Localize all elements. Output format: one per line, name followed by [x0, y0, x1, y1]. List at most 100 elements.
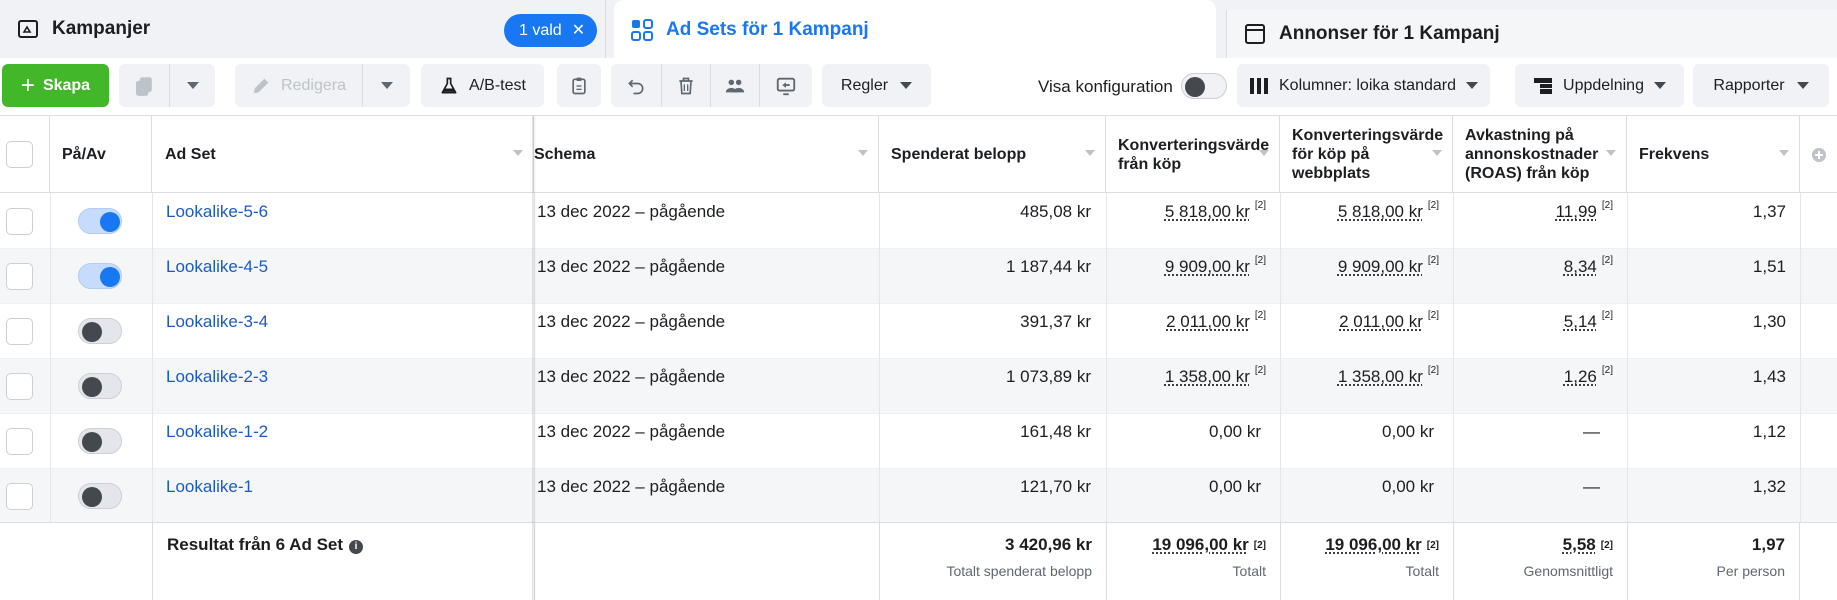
add-column-button[interactable] — [1800, 116, 1837, 193]
reports-button[interactable]: Rapporter — [1693, 64, 1829, 107]
adset-name-link[interactable]: Lookalike-5-6 — [166, 202, 268, 222]
roas-value[interactable]: 5,14 — [1564, 312, 1597, 332]
audience-button[interactable] — [711, 64, 759, 107]
col-header-adset[interactable]: Ad Set — [152, 116, 534, 193]
tab-bar: Kampanjer 1 vald ✕ Ad Sets för 1 Kampanj… — [0, 0, 1837, 60]
adset-name-link[interactable]: Lookalike-1-2 — [166, 422, 268, 442]
conv-value-cell: 5 818,00 kr [2] — [1106, 194, 1280, 249]
clipboard-button[interactable] — [557, 64, 601, 107]
ab-test-button[interactable]: A/B-test — [421, 64, 544, 107]
plus-circle-icon — [1811, 147, 1826, 162]
conv-value[interactable]: 1 358,00 kr — [1165, 367, 1250, 387]
footnote-marker: [2] — [1254, 200, 1266, 211]
col-header-schedule[interactable]: Schema — [534, 116, 879, 193]
close-icon[interactable]: ✕ — [572, 22, 585, 39]
edit-dropdown[interactable] — [363, 64, 410, 107]
conv-web-value[interactable]: 1 358,00 kr — [1338, 367, 1423, 387]
row-checkbox[interactable] — [6, 428, 33, 455]
show-config-toggle[interactable] — [1181, 73, 1227, 99]
col-header-conv-web[interactable]: Konverteringsvärde för köp på webbplats — [1280, 116, 1453, 193]
tab-adsets[interactable]: Ad Sets för 1 Kampanj — [614, 0, 1216, 60]
roas-value[interactable]: 11,99 — [1556, 202, 1597, 222]
totals-roas-cell: 5,58 [2] Genomsnittligt — [1453, 523, 1627, 600]
adset-status-toggle[interactable] — [78, 428, 122, 454]
col-header-frequency[interactable]: Frekvens — [1627, 116, 1800, 193]
adset-status-toggle[interactable] — [78, 483, 122, 509]
adset-status-toggle[interactable] — [78, 318, 122, 344]
col-header-spent[interactable]: Spenderat belopp — [879, 116, 1106, 193]
rules-button[interactable]: Regler — [822, 64, 931, 107]
totals-label: Resultat från 6 Ad Set — [167, 535, 344, 554]
totals-frequency: 1,97 — [1751, 535, 1785, 554]
table-header: På/Av Ad Set Schema Spenderat belopp Kon… — [0, 116, 1837, 193]
schedule-value: 13 dec 2022 – pågående — [537, 257, 726, 276]
info-icon[interactable]: i — [349, 540, 364, 554]
rules-label: Regler — [840, 76, 889, 94]
table-row[interactable]: Lookalike-2-3 13 dec 2022 – pågående 1 0… — [0, 359, 1837, 414]
conv-value[interactable]: 2 011,00 kr — [1166, 312, 1250, 332]
totals-conv-web[interactable]: 19 096,00 kr — [1325, 535, 1421, 554]
totals-spent-cell: 3 420,96 kr Totalt spenderat belopp — [879, 523, 1106, 600]
adset-name-link[interactable]: Lookalike-1 — [166, 477, 253, 497]
conv-value[interactable]: 9 909,00 kr — [1165, 257, 1250, 277]
column-divider — [50, 193, 51, 522]
undo-button[interactable] — [611, 64, 661, 107]
spent-value: 1 187,44 kr — [1005, 257, 1091, 276]
select-all-checkbox[interactable] — [6, 141, 33, 168]
footnote-marker: [2] — [1601, 255, 1613, 266]
row-toggle-cell — [50, 469, 152, 524]
roas-cell: 1,26 [2] — [1453, 359, 1627, 414]
show-config-label: Visa konfiguration — [1038, 77, 1173, 96]
edit-button[interactable]: Redigera — [235, 64, 362, 107]
row-checkbox[interactable] — [6, 263, 33, 290]
toggle-knob — [82, 322, 102, 342]
totals-conv-value-cell: 19 096,00 kr [2] Totalt — [1106, 523, 1280, 600]
spent-value: 391,37 kr — [1020, 312, 1091, 331]
row-checkbox[interactable] — [6, 318, 33, 345]
adset-name-link[interactable]: Lookalike-2-3 — [166, 367, 268, 387]
preview-button[interactable] — [760, 64, 812, 107]
row-checkbox[interactable] — [6, 373, 33, 400]
adset-name-link[interactable]: Lookalike-4-5 — [166, 257, 268, 277]
conv-value[interactable]: 5 818,00 kr — [1165, 202, 1250, 222]
totals-roas[interactable]: 5,58 — [1563, 535, 1596, 554]
adset-status-toggle[interactable] — [78, 263, 122, 289]
col-header-onoff[interactable]: På/Av — [50, 116, 152, 193]
col-header-conv-value[interactable]: Konverteringsvärde från köp — [1106, 116, 1280, 193]
toolbar: + Skapa Redigera A/B-test Regler Visa ko… — [0, 58, 1837, 116]
table-row[interactable]: Lookalike-3-4 13 dec 2022 – pågående 391… — [0, 304, 1837, 359]
tab-campaigns-label: Kampanjer — [52, 18, 151, 39]
roas-value[interactable]: 8,34 — [1564, 257, 1597, 277]
table-row[interactable]: Lookalike-1-2 13 dec 2022 – pågående 161… — [0, 414, 1837, 469]
totals-conv-value[interactable]: 19 096,00 kr — [1152, 535, 1248, 554]
row-checkbox[interactable] — [6, 208, 33, 235]
duplicate-button[interactable] — [119, 64, 169, 107]
conv-web-value[interactable]: 2 011,00 kr — [1339, 312, 1423, 332]
tab-ads[interactable]: Annonser för 1 Kampanj — [1226, 10, 1837, 58]
tab-campaigns[interactable]: Kampanjer 1 vald ✕ — [0, 0, 606, 58]
chevron-down-icon — [380, 82, 393, 89]
roas-value[interactable]: 1,26 — [1564, 367, 1597, 387]
adset-name-cell: Lookalike-2-3 — [166, 359, 526, 414]
table-row[interactable]: Lookalike-4-5 13 dec 2022 – pågående 1 1… — [0, 249, 1837, 304]
delete-button[interactable] — [662, 64, 710, 107]
row-select-cell — [6, 469, 50, 524]
breakdown-button[interactable]: Uppdelning — [1515, 64, 1684, 107]
selected-chip[interactable]: 1 vald ✕ — [504, 14, 598, 47]
conv-web-value[interactable]: 9 909,00 kr — [1338, 257, 1423, 277]
col-header-roas[interactable]: Avkastning på annonskostnader (ROAS) frå… — [1453, 116, 1627, 193]
duplicate-dropdown[interactable] — [170, 64, 215, 107]
totals-frequency-cell: 1,97 Per person — [1627, 523, 1800, 600]
table-row[interactable]: Lookalike-5-6 13 dec 2022 – pågående 485… — [0, 194, 1837, 249]
frequency-cell: 1,32 — [1627, 469, 1800, 524]
create-button[interactable]: + Skapa — [2, 64, 109, 107]
conv-web-value[interactable]: 5 818,00 kr — [1338, 202, 1423, 222]
table-row[interactable]: Lookalike-1 13 dec 2022 – pågående 121,7… — [0, 469, 1837, 524]
columns-button[interactable]: Kolumner: loika standard — [1237, 64, 1490, 107]
frequency-value: 1,12 — [1752, 422, 1786, 441]
adset-status-toggle[interactable] — [78, 373, 122, 399]
trash-icon — [679, 77, 693, 94]
adset-name-link[interactable]: Lookalike-3-4 — [166, 312, 268, 332]
row-checkbox[interactable] — [6, 483, 33, 510]
adset-status-toggle[interactable] — [78, 208, 122, 234]
